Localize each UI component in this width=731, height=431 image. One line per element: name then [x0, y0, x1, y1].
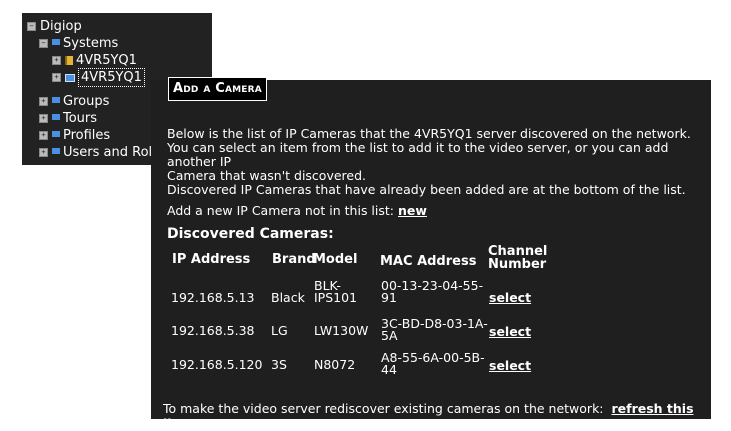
footer-row: To make the video server rediscover exis…	[163, 401, 711, 431]
tree-item-label: Digiop	[40, 19, 82, 34]
folder-icon	[52, 96, 60, 103]
tree-item-profiles[interactable]: + Profiles	[39, 127, 110, 144]
collapse-icon[interactable]: −	[27, 22, 36, 31]
model-cell: BLK- IPS101	[314, 279, 358, 305]
model-cell: LW130W	[314, 323, 369, 338]
server-icon	[65, 56, 73, 65]
mac-cell: 00-13-23-04-55- 91	[381, 279, 483, 305]
tree-item-label: Groups	[63, 94, 110, 109]
ip-cell: 192.168.5.13	[171, 290, 255, 305]
select-link[interactable]: select	[489, 359, 531, 372]
tree-item-label: Tours	[63, 111, 98, 126]
ip-cell: 192.168.5.38	[171, 323, 255, 338]
folder-icon	[52, 38, 60, 45]
tree-item-label: Users and Role	[63, 145, 161, 160]
tree-item-digiop[interactable]: − Digiop	[27, 18, 82, 35]
expand-icon[interactable]: +	[39, 114, 48, 123]
model-cell: N8072	[314, 357, 356, 372]
tree-item-label: 4VR5YQ1	[78, 68, 145, 87]
expand-icon[interactable]: +	[39, 97, 48, 106]
mac-cell: 3C-BD-D8-03-1A- 5A	[381, 317, 488, 343]
tree-item-label: 4VR5YQ1	[76, 53, 137, 68]
column-header-brand: Brand	[272, 252, 316, 267]
intro-line: Discovered IP Cameras that have already …	[167, 182, 686, 197]
expand-icon[interactable]: +	[39, 131, 48, 140]
mac-cell: A8-55-6A-00-5B- 44	[381, 351, 485, 377]
expand-icon[interactable]: +	[39, 148, 48, 157]
folder-icon	[52, 113, 60, 120]
mac-line: 44	[381, 362, 397, 377]
discovered-heading: Discovered Cameras:	[167, 226, 334, 242]
column-header-model: Model	[313, 252, 358, 267]
add-new-link[interactable]: new	[398, 203, 427, 218]
brand-cell: 3S	[271, 357, 287, 372]
mac-line: 91	[381, 290, 397, 305]
tree-item-systems[interactable]: − Systems	[39, 35, 118, 52]
expand-icon[interactable]: +	[52, 73, 61, 82]
dialog-title: Add a Camera	[168, 77, 267, 101]
brand-cell: LG	[271, 323, 288, 338]
tree-item-tours[interactable]: + Tours	[39, 110, 97, 127]
expand-icon[interactable]: +	[52, 56, 61, 65]
tree-item-label: Profiles	[63, 128, 111, 143]
tree-item-groups[interactable]: + Groups	[39, 93, 109, 110]
add-new-row: Add a new IP Camera not in this list: ne…	[167, 203, 427, 218]
intro-line: Below is the list of IP Cameras that the…	[167, 126, 691, 141]
ip-cell: 192.168.5.120	[171, 357, 263, 372]
tree-item-label: Systems	[63, 36, 119, 51]
tree-item-server-2[interactable]: + 4VR5YQ1	[52, 68, 145, 87]
tree-item-users[interactable]: + Users and Role	[39, 144, 160, 161]
add-new-label: Add a new IP Camera not in this list:	[167, 203, 395, 218]
select-link[interactable]: select	[489, 325, 531, 338]
column-header-ip: IP Address	[172, 252, 251, 267]
intro-line: Camera that wasn't discovered.	[167, 168, 367, 183]
collapse-icon[interactable]: −	[39, 39, 48, 48]
column-header-channel: Channel Number	[488, 245, 547, 271]
model-line: IPS101	[314, 290, 358, 305]
column-header-mac: MAC Address	[380, 254, 477, 269]
tree-item-server-1[interactable]: + 4VR5YQ1	[52, 52, 137, 69]
column-header-channel-line: Number	[488, 257, 547, 272]
computer-icon	[65, 73, 75, 82]
intro-text: Below is the list of IP Cameras that the…	[167, 127, 712, 197]
intro-line: You can select an item from the list to …	[167, 140, 669, 169]
footer-text: To make the video server rediscover exis…	[163, 401, 604, 416]
brand-cell: Black	[271, 290, 305, 305]
folder-icon	[52, 147, 60, 154]
select-link[interactable]: select	[489, 291, 531, 304]
mac-line: 5A	[381, 328, 398, 343]
folder-icon	[52, 130, 60, 137]
add-camera-dialog: Add a Camera Below is the list of IP Cam…	[151, 77, 712, 431]
